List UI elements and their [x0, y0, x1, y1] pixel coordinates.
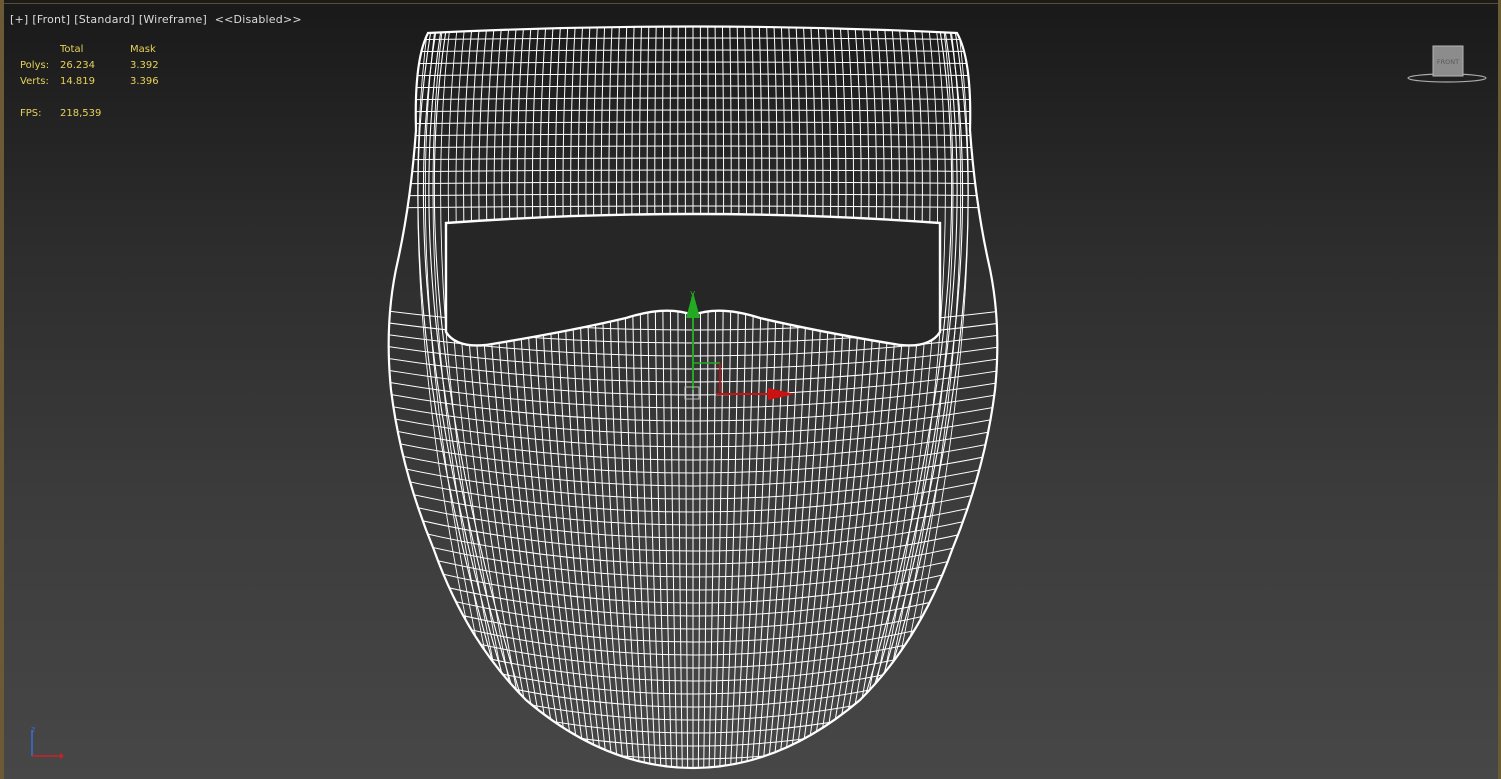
wire-horizontal	[388, 133, 998, 137]
wire-horizontal	[388, 698, 998, 760]
wire-vertical	[432, 26, 514, 768]
wire-horizontal	[388, 145, 998, 149]
viewport-front[interactable]: [+] [Front] [Standard] [Wireframe] <<Disabl…	[0, 0, 1501, 779]
wire-vertical	[861, 26, 939, 768]
wire-horizontal	[388, 121, 998, 125]
wire-vertical	[703, 26, 709, 768]
wire-vertical	[646, 26, 662, 768]
wire-vertical	[872, 26, 954, 768]
wire-horizontal	[388, 344, 998, 370]
wire-horizontal	[388, 49, 998, 53]
gizmo-x-arrow[interactable]	[768, 388, 795, 400]
wire-horizontal	[388, 205, 998, 209]
wire-edge-loop	[428, 29, 536, 761]
wire-horizontal	[388, 580, 998, 630]
wire-lines	[388, 26, 998, 768]
wire-edge-loop	[850, 29, 958, 761]
viewcube[interactable]: FRONT	[1406, 44, 1488, 86]
wire-horizontal	[388, 73, 998, 77]
wire-horizontal	[388, 639, 998, 695]
wire-horizontal	[388, 392, 998, 422]
wire-horizontal	[388, 109, 998, 113]
wire-vertical	[824, 26, 885, 768]
wire-horizontal	[388, 403, 998, 435]
wire-horizontal	[388, 663, 998, 721]
tripod-z-label: z	[31, 725, 35, 734]
wire-vertical	[708, 26, 717, 768]
wire-vertical	[677, 26, 683, 768]
axis-tripod: z	[31, 725, 64, 759]
wire-horizontal	[388, 157, 998, 161]
wire-horizontal	[388, 193, 998, 197]
wire-horizontal	[388, 181, 998, 185]
wire-horizontal	[388, 169, 998, 173]
wire-horizontal	[388, 687, 998, 747]
wire-horizontal	[388, 61, 998, 65]
viewcube-front-label: FRONT	[1437, 58, 1459, 66]
wire-vertical	[531, 26, 583, 768]
wire-vertical	[724, 26, 740, 768]
wire-vertical	[697, 26, 702, 768]
gizmo-y-label: y	[690, 289, 696, 299]
wire-vertical	[562, 26, 604, 768]
wire-horizontal	[388, 545, 998, 591]
wire-vertical	[782, 26, 824, 768]
wire-horizontal	[388, 675, 998, 734]
wire-horizontal	[388, 651, 998, 708]
wire-vertical	[669, 26, 678, 768]
mask-wireframe-mesh[interactable]: y	[0, 0, 1501, 779]
wire-vertical	[447, 26, 525, 768]
wire-horizontal	[388, 97, 998, 101]
wire-vertical	[684, 26, 689, 768]
